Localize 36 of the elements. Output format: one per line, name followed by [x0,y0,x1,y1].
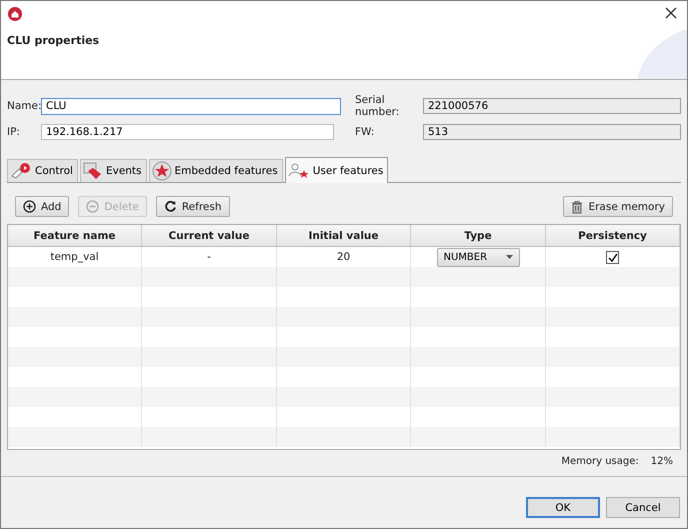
caret-icon [506,255,512,259]
tab[interactable]: Control [7,159,78,182]
column-header: Current value [142,225,277,246]
column-header: Persistency [546,225,680,246]
name-field[interactable]: CLU [41,98,341,114]
events-icon [82,162,103,180]
close-button[interactable] [663,5,679,21]
refresh-button[interactable]: Refresh [156,196,230,217]
ok-button[interactable]: OK [526,497,600,518]
field-label: FW: [354,126,376,138]
column-header: Type [411,225,546,246]
trash-icon [571,200,584,214]
plus-circle-icon [23,200,36,213]
memory-usage-label: Memory usage: [561,456,639,467]
serial-number-field[interactable]: 221000576 [423,98,681,114]
field-label: Serial number: [354,94,400,118]
add-button[interactable]: Add [15,196,70,217]
firmware-field[interactable]: 513 [423,124,681,140]
persistency-checkbox[interactable] [606,250,619,264]
user-star-icon [288,162,310,180]
column-header: Initial value [277,225,411,246]
home-icon [8,7,22,21]
dialog-title: CLU properties [7,34,100,47]
field-label: IP: [7,126,21,138]
tab[interactable]: Embedded features [148,159,283,182]
type-dropdown[interactable]: NUMBER [436,248,520,266]
column-header: Feature name [8,225,142,246]
memory-usage-value: 12% [650,456,673,467]
minus-circle-icon [86,200,100,213]
ip-field[interactable]: 192.168.1.217 [41,124,334,140]
close-icon [665,7,677,19]
refresh-icon [164,200,177,213]
cancel-button[interactable]: Cancel [606,497,680,518]
tab[interactable]: Events [80,159,147,182]
erase-memory-button[interactable]: Erase memory [563,196,673,217]
tab[interactable]: User features [284,157,388,183]
